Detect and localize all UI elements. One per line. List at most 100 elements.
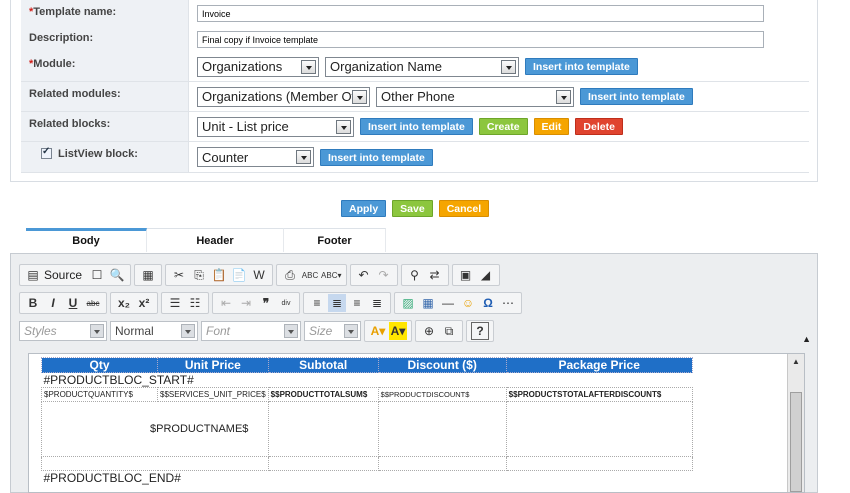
spellcheck-as-you-type-icon[interactable]: ABC▾ <box>321 266 341 284</box>
template-name-input[interactable] <box>197 5 764 22</box>
redo-icon[interactable]: ↷ <box>375 266 393 284</box>
row-template-name: *Template name: <box>21 0 809 28</box>
paste-word-icon[interactable]: W <box>250 266 268 284</box>
table-header: Package Price <box>505 357 693 373</box>
justify-icon[interactable]: ≣ <box>368 294 386 312</box>
styles-combo[interactable]: Styles <box>19 321 107 341</box>
replace-icon[interactable]: ⇄ <box>426 266 444 284</box>
chevron-down-icon <box>296 150 311 164</box>
bg-color-icon[interactable]: A▾ <box>389 322 407 340</box>
align-center-icon[interactable]: ≣ <box>328 294 346 312</box>
scroll-up-icon[interactable]: ▲ <box>788 354 804 370</box>
align-left-icon[interactable]: ≡ <box>308 294 326 312</box>
templates-icon[interactable]: ▦ <box>139 266 157 284</box>
toolbar-row-1: ▤ Source ☐ 🔍 ▦ ✂ ⎘ 📋 📄 W ⎙ ABC ABC▾ ↶ ↷ … <box>19 264 500 286</box>
table-cell: $$SERVICES_UNIT_PRICE$ <box>157 387 269 402</box>
font-combo[interactable]: Font <box>201 321 301 341</box>
table-cell: $$PRODUCTSTOTALAFTERDISCOUNT$ <box>505 387 693 402</box>
chevron-down-icon <box>344 324 358 338</box>
size-combo[interactable]: Size <box>304 321 361 341</box>
eraser-icon[interactable]: ◢ <box>477 266 495 284</box>
module-field-select[interactable]: Organization Name <box>325 56 519 77</box>
edit-button[interactable]: Edit <box>533 118 570 135</box>
paste-icon[interactable]: 📋 <box>210 266 228 284</box>
cancel-button[interactable]: Cancel <box>438 200 490 217</box>
editor-tabs: Body Header Footer <box>26 228 386 252</box>
template-form: *Template name: Description: *Module: Or… <box>10 0 818 182</box>
undo-icon[interactable]: ↶ <box>355 266 373 284</box>
image-icon[interactable]: ▨ <box>399 294 417 312</box>
row-module: *Module: Organizations Organization Name… <box>21 52 809 82</box>
related-modules-label: Related modules: <box>21 82 189 111</box>
superscript-icon[interactable]: x² <box>135 294 153 312</box>
listview-insert-button[interactable]: Insert into template <box>320 148 433 166</box>
select-all-icon[interactable]: ▣ <box>457 266 475 284</box>
apply-button[interactable]: Apply <box>341 200 387 217</box>
horizontal-line-icon[interactable]: ― <box>439 294 457 312</box>
help-icon[interactable]: ? <box>471 322 489 340</box>
bold-icon[interactable]: B <box>24 294 42 312</box>
product-table: Qty Unit Price Subtotal Discount ($) Pac… <box>41 357 693 485</box>
table-header: Qty <box>41 357 158 373</box>
indent-icon[interactable]: ⇥ <box>237 294 255 312</box>
preview-icon[interactable]: 🔍 <box>108 266 126 284</box>
new-page-icon[interactable]: ☐ <box>88 266 106 284</box>
paste-text-icon[interactable]: 📄 <box>230 266 248 284</box>
print-icon[interactable]: ⎙ <box>281 266 299 284</box>
outdent-icon[interactable]: ⇤ <box>217 294 235 312</box>
tab-footer[interactable]: Footer <box>284 228 386 252</box>
related-module-select[interactable]: Organizations (Member Of) <box>197 86 370 107</box>
related-blocks-insert-button[interactable]: Insert into template <box>360 118 473 135</box>
italic-icon[interactable]: I <box>44 294 62 312</box>
toolbar-row-3: Styles Normal Font Size A▾ A▾ ⊕ ⧉ ? <box>19 320 494 342</box>
related-module-field-select[interactable]: Other Phone <box>376 86 574 107</box>
find-icon[interactable]: ⚲ <box>406 266 424 284</box>
create-button[interactable]: Create <box>478 118 528 135</box>
text-color-icon[interactable]: A▾ <box>369 322 387 340</box>
bulleted-list-icon[interactable]: ☷ <box>186 294 204 312</box>
chevron-down-icon <box>501 59 516 74</box>
table-row: $PRODUCTNAME$ <box>41 401 693 457</box>
row-related-blocks: Related blocks: Unit - List price Insert… <box>21 112 809 142</box>
listview-block-select[interactable]: Counter <box>197 147 314 167</box>
table-icon[interactable]: ▦ <box>419 294 437 312</box>
underline-icon[interactable]: U <box>64 294 82 312</box>
table-cell: $$PRODUCTDISCOUNT$ <box>377 387 507 402</box>
smiley-icon[interactable]: ☺ <box>459 294 477 312</box>
listview-block-checkbox[interactable] <box>41 146 52 159</box>
related-modules-insert-button[interactable]: Insert into template <box>580 88 693 105</box>
table-header: Subtotal <box>267 357 379 373</box>
save-button[interactable]: Save <box>392 200 433 217</box>
align-right-icon[interactable]: ≡ <box>348 294 366 312</box>
scroll-thumb[interactable] <box>790 392 802 492</box>
format-combo[interactable]: Normal <box>110 321 198 341</box>
toolbar-row-2: B I U abc x₂ x² ☰ ☷ ⇤ ⇥ ❞ div ≡ ≣ ≡ ≣ ▨ … <box>19 292 522 314</box>
tab-body[interactable]: Body <box>26 228 147 252</box>
maximize-icon[interactable]: ⊕ <box>420 322 438 340</box>
source-button[interactable]: Source <box>44 268 86 282</box>
subscript-icon[interactable]: x₂ <box>115 294 133 312</box>
source-icon: ▤ <box>27 268 39 282</box>
module-select[interactable]: Organizations <box>197 56 319 77</box>
copy-icon[interactable]: ⎘ <box>190 266 208 284</box>
tab-header[interactable]: Header <box>147 228 284 252</box>
chevron-down-icon <box>90 324 104 338</box>
editor-content[interactable]: Qty Unit Price Subtotal Discount ($) Pac… <box>28 353 805 493</box>
rich-text-editor: ▤ Source ☐ 🔍 ▦ ✂ ⎘ 📋 📄 W ⎙ ABC ABC▾ ↶ ↷ … <box>10 253 818 493</box>
special-char-icon[interactable]: Ω <box>479 294 497 312</box>
page-break-icon[interactable]: ⋯ <box>499 294 517 312</box>
chevron-down-icon <box>352 89 367 104</box>
module-insert-button[interactable]: Insert into template <box>525 58 638 75</box>
description-input[interactable] <box>197 31 764 48</box>
cut-icon[interactable]: ✂ <box>170 266 188 284</box>
editor-scrollbar[interactable]: ▲ <box>787 354 804 492</box>
delete-button[interactable]: Delete <box>575 118 623 135</box>
div-icon[interactable]: div <box>277 294 295 312</box>
numbered-list-icon[interactable]: ☰ <box>166 294 184 312</box>
blockquote-icon[interactable]: ❞ <box>257 294 275 312</box>
show-blocks-icon[interactable]: ⧉ <box>440 322 458 340</box>
spellcheck-icon[interactable]: ABC <box>301 266 319 284</box>
collapse-toolbar-icon[interactable]: ▲ <box>802 334 811 344</box>
strike-icon[interactable]: abc <box>84 294 102 312</box>
related-block-select[interactable]: Unit - List price <box>197 116 354 137</box>
